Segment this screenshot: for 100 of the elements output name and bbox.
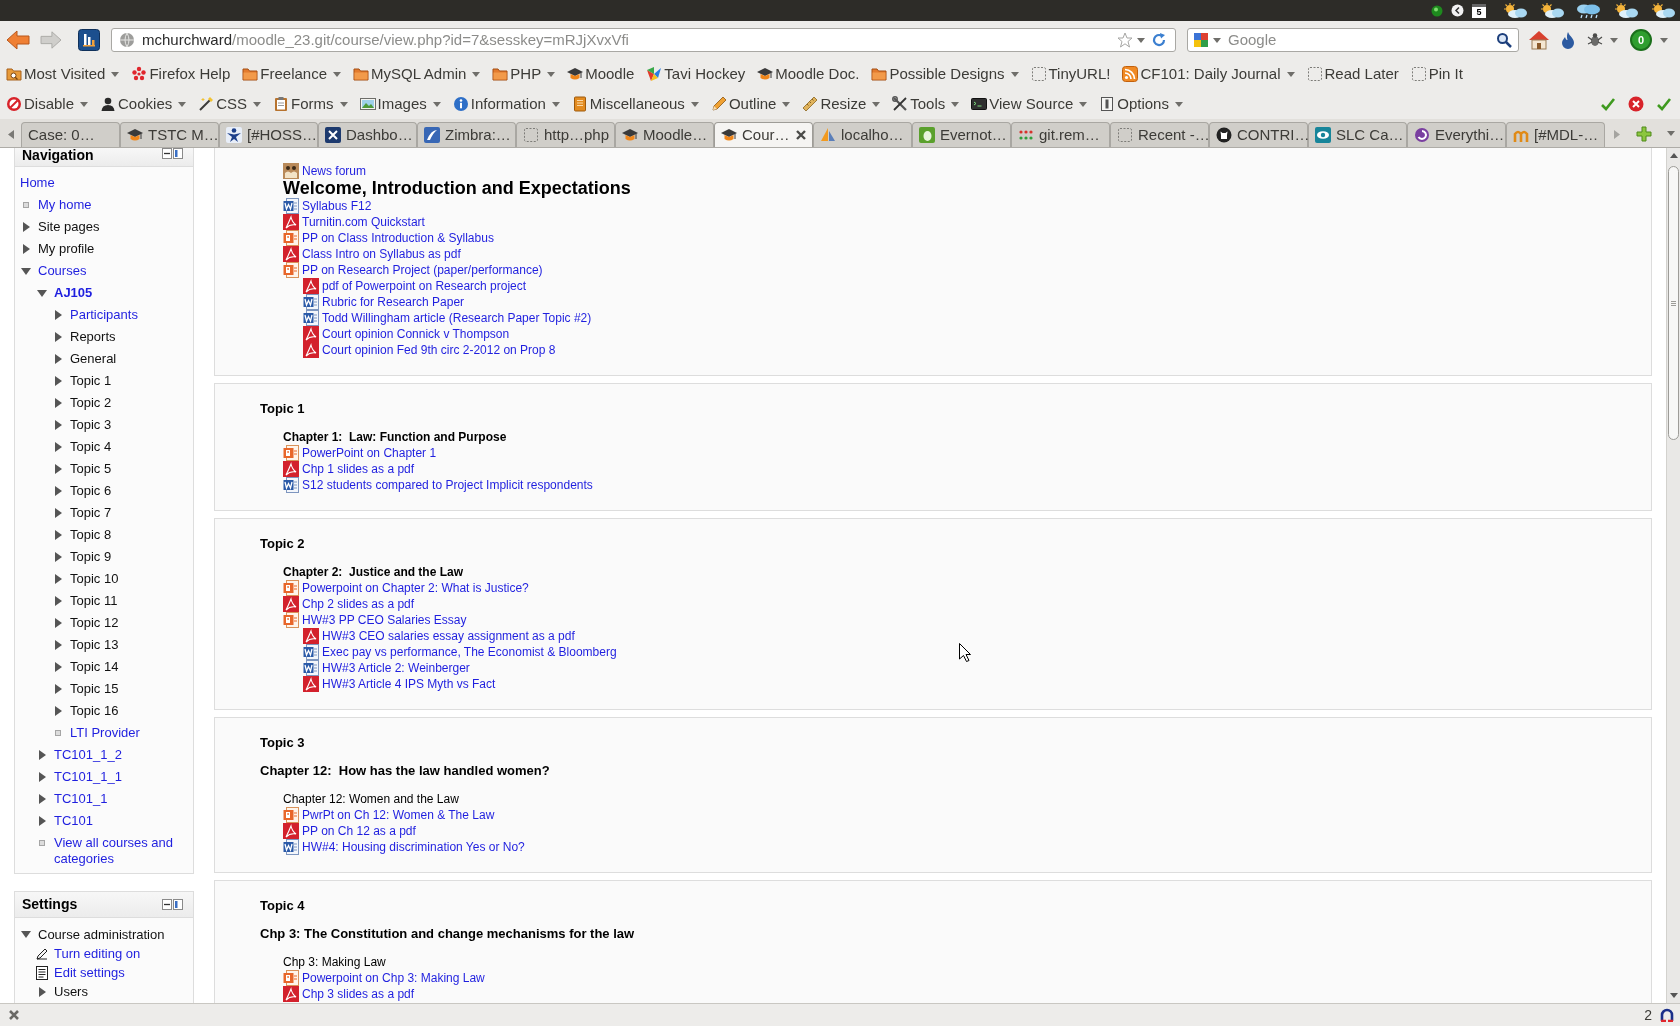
dropdown-caret-icon[interactable] — [547, 71, 556, 77]
pencil-icon[interactable] — [36, 947, 48, 960]
toolbar-menu-button[interactable]: Tools — [892, 92, 960, 116]
star-icon[interactable] — [1117, 32, 1133, 48]
browser-tab[interactable]: CONTRI… — [1209, 122, 1308, 147]
caret-right-icon[interactable] — [54, 420, 62, 430]
address-field[interactable]: mchurchward/moodle_23.git/course/view.php?id=7&sesskey=mRJjXvxVfi — [111, 28, 1176, 52]
nav-item[interactable]: Course administration — [38, 926, 165, 943]
nav-item[interactable]: Reports — [70, 329, 116, 345]
caret-right-icon[interactable] — [54, 310, 62, 320]
toolbar-menu-button[interactable]: Information — [452, 92, 560, 116]
bookmark-item[interactable]: Most Visited — [6, 62, 120, 86]
file-link[interactable]: PP on Class Introduction & Syllabus — [302, 230, 494, 246]
nav-item[interactable]: My profile — [38, 241, 95, 257]
scroll-left-icon[interactable] — [8, 130, 14, 139]
file-link[interactable]: Court opinion Connick v Thompson — [322, 326, 510, 342]
home-icon[interactable] — [1528, 30, 1550, 50]
dropdown-caret-icon[interactable] — [80, 101, 89, 107]
nav-item[interactable]: Topic 13 — [70, 637, 119, 653]
nav-item[interactable]: Topic 7 — [70, 505, 112, 521]
nav-item[interactable]: Topic 15 — [70, 681, 119, 697]
nav-link[interactable]: Courses — [38, 263, 87, 279]
caret-down-icon[interactable] — [21, 267, 31, 275]
file-link[interactable]: HW#4: Housing discrimination Yes or No? — [302, 839, 525, 855]
caret-right-icon[interactable] — [54, 684, 62, 694]
document-lines-icon[interactable] — [36, 965, 48, 980]
dropdown-caret-icon[interactable] — [178, 101, 187, 107]
nav-link[interactable]: AJ105 — [54, 285, 93, 301]
file-link[interactable]: Exec pay vs performance, The Economist & Bloomberg — [322, 644, 617, 660]
search-icon[interactable] — [1496, 32, 1512, 48]
file-link[interactable]: Chp 2 slides as a pdf — [302, 596, 415, 612]
toolbar-menu-button[interactable]: Options — [1099, 92, 1183, 116]
search-field[interactable]: Google — [1187, 28, 1519, 52]
browser-tab[interactable]: localho… — [813, 122, 912, 147]
bookmark-item[interactable]: CF101: Daily Journal — [1122, 62, 1295, 86]
caret-right-icon[interactable] — [38, 794, 46, 804]
caret-down-icon[interactable] — [21, 931, 31, 938]
nav-link[interactable]: TC101_1_1 — [54, 769, 122, 785]
file-link[interactable]: Syllabus F12 — [302, 198, 372, 214]
scroll-up-icon[interactable] — [1669, 153, 1678, 158]
dropdown-caret-icon[interactable] — [253, 101, 262, 107]
dropdown-caret-icon[interactable] — [339, 101, 348, 107]
status-dot-icon[interactable] — [1431, 4, 1443, 17]
bookmark-item[interactable]: Moodle — [567, 62, 635, 86]
toolbar-menu-button[interactable]: Resize — [802, 92, 881, 116]
browser-tab[interactable]: Everythi… — [1407, 122, 1506, 147]
toolbar-menu-button[interactable]: Miscellaneous — [571, 92, 699, 116]
nav-link[interactable]: TC101_1_2 — [54, 747, 122, 763]
nav-item[interactable]: Topic 12 — [70, 615, 119, 631]
caret-right-icon[interactable] — [54, 332, 62, 342]
caret-right-icon[interactable] — [54, 508, 62, 518]
dropdown-caret-icon[interactable] — [1660, 37, 1668, 43]
rain-cloud-icon[interactable] — [1574, 2, 1602, 19]
toolbar-menu-button[interactable]: Images — [359, 92, 441, 116]
toolbar-menu-button[interactable]: CSS — [198, 92, 262, 116]
caret-right-icon[interactable] — [54, 442, 62, 452]
dropdown-caret-icon[interactable] — [111, 71, 120, 77]
caret-right-icon[interactable] — [54, 574, 62, 584]
nav-item[interactable]: Users — [54, 983, 88, 1000]
horseshoe-icon[interactable] — [1660, 1008, 1674, 1022]
close-icon[interactable] — [8, 1009, 20, 1021]
file-link[interactable]: Class Intro on Syllabus as pdf — [302, 246, 461, 262]
error-icon[interactable] — [1628, 96, 1644, 112]
bookmark-item[interactable]: PHP — [492, 62, 556, 86]
scrollbar-thumb[interactable] — [1668, 166, 1679, 440]
caret-right-icon[interactable] — [54, 662, 62, 672]
bookmark-item[interactable]: Tavi Hockey — [646, 62, 746, 86]
file-link[interactable]: Powerpoint on Chp 3: Making Law — [302, 970, 485, 986]
dropdown-caret-icon[interactable] — [432, 101, 441, 107]
nav-item[interactable]: Topic 4 — [70, 439, 112, 455]
nav-link[interactable]: Edit settings — [54, 964, 125, 981]
browser-tab[interactable]: [#MDL-… — [1506, 122, 1605, 147]
file-link[interactable]: HW#3 CEO salaries essay assignment as a pdf — [322, 628, 575, 644]
caret-right-icon[interactable] — [54, 618, 62, 628]
browser-tab[interactable]: Evernot… — [912, 122, 1011, 147]
file-link[interactable]: pdf of Powerpoint on Research project — [322, 278, 527, 294]
caret-right-icon[interactable] — [54, 486, 62, 496]
caret-right-icon[interactable] — [38, 750, 46, 760]
nav-link[interactable]: TC101 — [54, 813, 94, 829]
caret-right-icon[interactable] — [22, 244, 30, 254]
caret-right-icon[interactable] — [38, 986, 46, 997]
dropdown-caret-icon[interactable] — [1667, 131, 1675, 136]
dropdown-caret-icon[interactable] — [690, 101, 699, 107]
dropdown-caret-icon[interactable] — [1137, 37, 1145, 43]
nav-link[interactable]: View all courses and categories — [54, 835, 189, 867]
file-link[interactable]: Chp 3 slides as a pdf — [302, 986, 415, 1002]
dropdown-caret-icon[interactable] — [1079, 101, 1088, 107]
browser-tab[interactable]: Zimbra:… — [417, 122, 516, 147]
caret-right-icon[interactable] — [22, 222, 30, 232]
nav-link[interactable]: Home — [20, 175, 55, 191]
browser-tab[interactable]: Cour… — [714, 122, 813, 147]
nav-item[interactable]: Topic 10 — [70, 571, 119, 587]
bookmark-item[interactable]: MySQL Admin — [353, 62, 481, 86]
file-link[interactable]: Rubric for Research Paper — [322, 294, 465, 310]
browser-tab[interactable]: Dashbo… — [318, 122, 417, 147]
toolbar-menu-button[interactable]: Outline — [710, 92, 791, 116]
nav-item[interactable]: General — [70, 351, 117, 367]
nav-link[interactable]: Participants — [70, 307, 138, 323]
browser-tab[interactable]: Recent -… — [1110, 122, 1209, 147]
file-link[interactable]: Chp 1 slides as a pdf — [302, 461, 415, 477]
